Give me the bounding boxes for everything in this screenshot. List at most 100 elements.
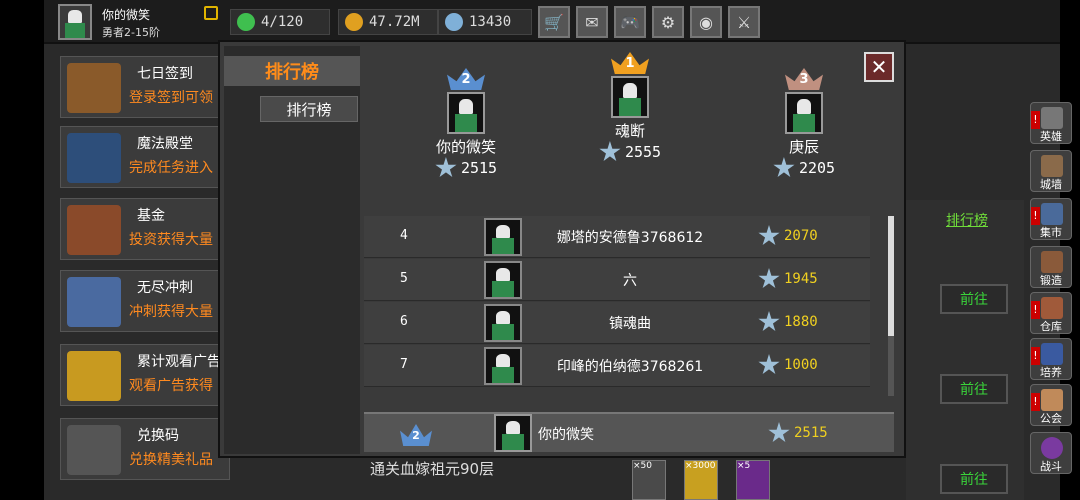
wall-icon xyxy=(1041,155,1063,177)
sidebar-label: 英雄 xyxy=(1040,130,1062,143)
sword-icon[interactable]: ⚔ xyxy=(728,6,760,38)
player-name: 六 xyxy=(623,273,637,289)
sidebar-wall[interactable]: 城墙 xyxy=(1030,150,1072,192)
alert-icon: ! xyxy=(1031,207,1040,225)
activity-subtitle: 观看广告获得 xyxy=(129,378,213,394)
activity-magic-hall[interactable]: 魔法殿堂 完成任务进入 xyxy=(60,126,230,188)
close-button[interactable]: ✕ xyxy=(864,52,894,82)
score-value: 1000 xyxy=(784,357,818,373)
gamepad-icon[interactable]: 🎮 xyxy=(614,6,646,38)
sidebar-label: 公会 xyxy=(1040,412,1062,425)
player-name: 庚辰 xyxy=(788,138,819,156)
sidebar-guild[interactable]: ! 公会 xyxy=(1030,384,1072,426)
crown-icon: 2 xyxy=(447,68,485,90)
market-icon xyxy=(1041,203,1063,225)
activity-subtitle: 冲刺获得大量 xyxy=(129,304,213,320)
sidebar-forge[interactable]: 锻造 xyxy=(1030,246,1072,288)
cart-icon[interactable]: 🛒 xyxy=(538,6,570,38)
crown-icon: 1 xyxy=(611,52,649,74)
chest-icon xyxy=(67,63,121,113)
gold-value: 47.72M xyxy=(369,14,420,30)
table-row[interactable]: 4 娜塔的安德鲁3768612 2070 xyxy=(364,216,870,258)
alert-icon: ! xyxy=(1031,347,1040,365)
diamond-value: 13430 xyxy=(469,14,512,30)
rank-number: 4 xyxy=(400,228,408,243)
modal-title: 排行榜 xyxy=(224,56,360,86)
mail-icon[interactable]: ✉ xyxy=(576,6,608,38)
gear-icon[interactable]: ⚙ xyxy=(652,6,684,38)
player-name: 你的微笑 xyxy=(538,427,594,443)
sidebar-train[interactable]: ! 培养 xyxy=(1030,338,1072,380)
player-name: 你的微笑 xyxy=(435,138,496,156)
activity-subtitle: 完成任务进入 xyxy=(129,160,213,176)
activity-subtitle: 登录签到可领 xyxy=(129,90,213,106)
rank-link[interactable]: 排行榜 xyxy=(946,210,988,230)
rank-number: 6 xyxy=(400,314,408,329)
gold-counter[interactable]: 47.72M xyxy=(338,9,438,35)
player-rank: 勇者2-15阶 xyxy=(102,26,160,39)
diamond-counter[interactable]: 13430 xyxy=(438,9,532,35)
activity-subtitle: 投资获得大量 xyxy=(129,232,213,248)
avatar xyxy=(484,261,522,299)
avatar xyxy=(785,92,823,134)
player-name: 印峰的伯纳德3768261 xyxy=(556,359,704,375)
rank-number: 7 xyxy=(400,357,408,372)
rank-number: 5 xyxy=(400,271,408,286)
alert-icon: ! xyxy=(1031,301,1040,319)
potion-icon xyxy=(1041,343,1063,365)
sidebar-warehouse[interactable]: ! 仓库 xyxy=(1030,292,1072,334)
sidebar-hero[interactable]: ! 英雄 xyxy=(1030,102,1072,144)
activity-seven-day-signin[interactable]: 七日签到 登录签到可领 xyxy=(60,56,230,118)
podium-third[interactable]: 3 庚辰 2205 xyxy=(754,68,854,179)
score: 2515 xyxy=(768,422,828,444)
anvil-icon xyxy=(1041,251,1063,273)
score: 1880 xyxy=(758,311,818,333)
scrollbar-thumb[interactable] xyxy=(888,216,894,336)
podium-second[interactable]: 2 你的微笑 2515 xyxy=(416,68,516,179)
podium-first[interactable]: 1 魂断 2555 xyxy=(580,52,680,163)
edit-icon[interactable] xyxy=(204,6,218,20)
modal-sidebar: 排行榜 排行榜 xyxy=(224,46,360,454)
activity-fund[interactable]: 基金 投资获得大量 xyxy=(60,198,230,260)
activity-title: 基金 xyxy=(137,208,165,224)
my-rank-row: 2 你的微笑 2515 xyxy=(364,412,894,452)
table-row[interactable]: 6 镇魂曲 1880 xyxy=(364,302,870,344)
go-button[interactable]: 前往 xyxy=(940,464,1008,494)
player-avatar[interactable] xyxy=(58,4,92,40)
reward-count: ×50 xyxy=(633,461,652,471)
activity-endless-sprint[interactable]: 无尽冲刺 冲刺获得大量 xyxy=(60,270,230,332)
score: 2555 xyxy=(580,141,680,163)
avatar xyxy=(447,92,485,134)
activity-watch-ads[interactable]: 累计观看广告 观看广告获得 xyxy=(60,344,230,406)
tab-ranking[interactable]: 排行榜 xyxy=(260,96,358,122)
table-row[interactable]: 5 六 1945 xyxy=(364,259,870,301)
go-button[interactable]: 前往 xyxy=(940,374,1008,404)
star-icon xyxy=(768,422,790,443)
star-icon xyxy=(758,225,780,246)
score-value: 2515 xyxy=(460,159,498,177)
player-name: 娜塔的安德鲁3768612 xyxy=(556,230,704,246)
activity-redeem-code[interactable]: 兑换码 兑换精美礼品 xyxy=(60,418,230,480)
portal-icon xyxy=(1041,437,1063,459)
scrollbar[interactable] xyxy=(888,216,894,396)
ranking-list[interactable]: 4 娜塔的安德鲁3768612 2070 5 六 1945 6 镇魂曲 1880… xyxy=(364,216,870,398)
score-value: 2555 xyxy=(624,143,662,161)
score: 1000 xyxy=(758,354,818,376)
sidebar-market[interactable]: ! 集市 xyxy=(1030,198,1072,240)
alert-icon: ! xyxy=(1031,111,1040,129)
diamond-icon xyxy=(445,13,463,31)
sidebar-label: 培养 xyxy=(1040,366,1062,379)
wheel-icon[interactable]: ◉ xyxy=(690,6,722,38)
reward-item: ×5 xyxy=(736,460,770,500)
stamina-counter[interactable]: 4/120 xyxy=(230,9,330,35)
go-button[interactable]: 前往 xyxy=(940,284,1008,314)
player-name: 你的微笑 xyxy=(102,8,151,22)
stamina-value: 4/120 xyxy=(261,14,304,30)
activity-title: 魔法殿堂 xyxy=(137,136,193,152)
activity-subtitle: 兑换精美礼品 xyxy=(129,452,213,468)
score-value: 1945 xyxy=(784,271,818,287)
guild-icon xyxy=(1041,389,1063,411)
key-icon xyxy=(67,425,121,475)
table-row[interactable]: 7 印峰的伯纳德3768261 1000 xyxy=(364,345,870,387)
sidebar-battle[interactable]: 战斗 xyxy=(1030,432,1072,474)
